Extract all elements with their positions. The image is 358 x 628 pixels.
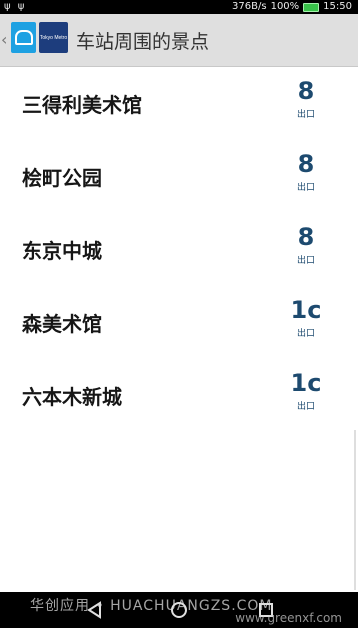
chevron-left-icon[interactable]: ‹	[1, 30, 7, 49]
exit-info: 8 出口	[284, 223, 328, 266]
attraction-name: 六本木新城	[22, 385, 122, 409]
page-title: 车站周围的景点	[76, 31, 210, 53]
exit-number: 1c	[290, 369, 322, 397]
exit-info: 1c 出口	[284, 296, 328, 339]
system-nav-bar: 华创应用 • HUACHUANGZS.COM www.greenxf.com	[0, 592, 358, 628]
list-item[interactable]: 森美术馆 1c 出口	[0, 286, 358, 359]
tokyo-metro-text-logo: Tokyo Metro	[39, 22, 68, 53]
exit-label: 出口	[296, 183, 315, 193]
exit-info: 1c 出口	[284, 369, 328, 412]
status-right: 376B/s 100% 15:50	[232, 0, 352, 14]
exit-number: 8	[297, 150, 315, 178]
attraction-name: 三得利美术馆	[22, 93, 142, 117]
status-left-icons: ψ ψ	[4, 1, 27, 12]
exit-info: 8 出口	[284, 77, 328, 120]
exit-number: 8	[297, 223, 315, 251]
attraction-name: 东京中城	[22, 239, 102, 263]
exit-label: 出口	[296, 256, 315, 266]
app-bar: ‹ Tokyo Metro 车站周围的景点	[0, 14, 358, 67]
status-bar: ψ ψ 376B/s 100% 15:50	[0, 0, 358, 14]
network-speed: 376B/s	[232, 1, 267, 12]
list-item[interactable]: 三得利美术馆 8 出口	[0, 67, 358, 140]
attraction-name: 森美术馆	[22, 312, 102, 336]
exit-label: 出口	[296, 110, 315, 120]
exit-label: 出口	[296, 329, 315, 339]
exit-number: 1c	[290, 296, 322, 324]
exit-label: 出口	[296, 402, 315, 412]
attraction-name: 桧町公园	[22, 166, 102, 190]
list-item[interactable]: 东京中城 8 出口	[0, 213, 358, 286]
list-item[interactable]: 六本木新城 1c 出口	[0, 359, 358, 432]
watermark-site: www.greenxf.com	[235, 611, 342, 625]
attractions-list: 三得利美术馆 8 出口 桧町公园 8 出口 东京中城 8 出口 森美术馆 1c …	[0, 67, 358, 432]
status-time: 15:50	[323, 1, 352, 12]
battery-icon	[303, 2, 320, 12]
exit-info: 8 出口	[284, 150, 328, 193]
scrollbar[interactable]	[354, 430, 356, 590]
exit-number: 8	[297, 77, 315, 105]
list-item[interactable]: 桧町公园 8 出口	[0, 140, 358, 213]
tokyo-metro-logo-icon	[11, 22, 36, 53]
battery-percent: 100%	[270, 1, 300, 12]
